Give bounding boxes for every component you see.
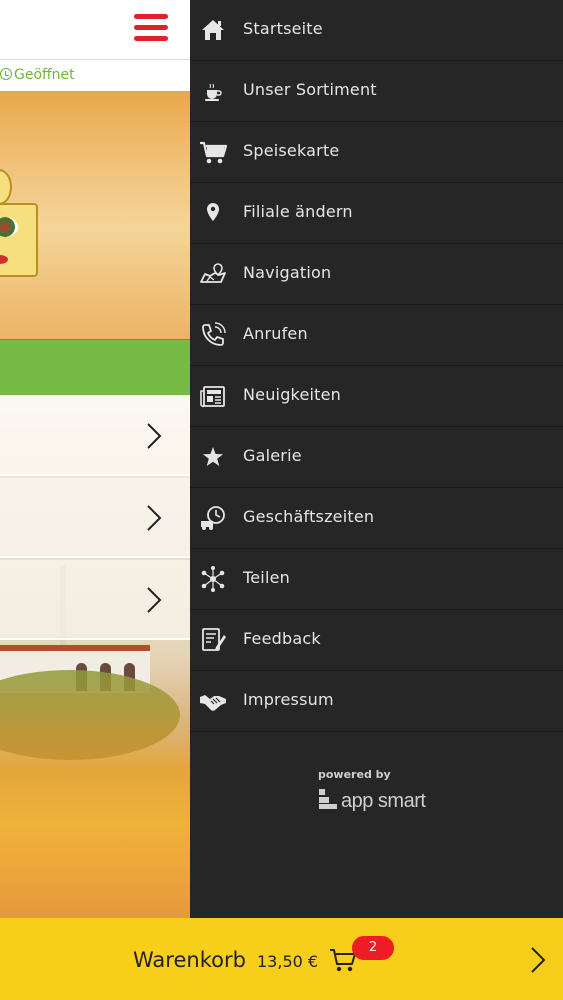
cart-bar[interactable]: Warenkorb 13,50 € 2 xyxy=(0,918,563,1000)
menu-item-label: Teilen xyxy=(243,568,290,587)
map-pin-icon xyxy=(207,203,219,221)
menu-item-startseite[interactable]: Startseite xyxy=(190,0,563,61)
menu-item-label: Anrufen xyxy=(243,324,308,343)
menu-item-navigation[interactable]: Navigation xyxy=(190,244,563,305)
cart-count-badge: 2 xyxy=(352,936,394,960)
chevron-right-icon xyxy=(147,423,162,449)
logo-speech-bubble xyxy=(0,169,12,205)
menu-item-galerie[interactable]: Galerie xyxy=(190,427,563,488)
menu-item-neuigkeiten[interactable]: Neuigkeiten xyxy=(190,366,563,427)
share-icon xyxy=(201,566,225,592)
list-item[interactable] xyxy=(0,560,190,640)
store-status-label: Geöffnet xyxy=(14,67,75,83)
home-icon xyxy=(202,20,224,40)
handshake-icon xyxy=(200,695,226,711)
newspaper-icon xyxy=(200,386,225,408)
app-page: Geöffnet xyxy=(0,0,190,918)
cart-total: 13,50 € xyxy=(257,952,319,971)
powered-by-label: powered by xyxy=(318,768,391,781)
menu-item-label: Speisekarte xyxy=(243,141,340,160)
menu-item-sortiment[interactable]: Unser Sortiment xyxy=(190,61,563,122)
list-item[interactable] xyxy=(0,396,190,476)
menu-item-label: Navigation xyxy=(243,263,332,282)
store-status-open: Geöffnet xyxy=(0,67,75,83)
phone-icon xyxy=(202,322,226,346)
restaurant-logo xyxy=(0,203,38,277)
app-smart-brand: app smart xyxy=(341,790,426,812)
menu-item-label: Geschäftszeiten xyxy=(243,507,375,526)
delivery-clock-icon xyxy=(201,506,225,530)
menu-item-label: Neuigkeiten xyxy=(243,385,341,404)
menu-item-label: Impressum xyxy=(243,690,334,709)
menu-item-feedback[interactable]: Feedback xyxy=(190,610,563,671)
coffee-cup-icon xyxy=(205,83,222,101)
menu-item-label: Feedback xyxy=(243,629,321,648)
hamburger-menu-icon[interactable] xyxy=(134,14,168,44)
menu-item-label: Startseite xyxy=(243,19,323,38)
powered-by-app-smart: powered by app smart xyxy=(318,768,448,818)
list-item[interactable] xyxy=(0,478,190,558)
green-info-band xyxy=(0,339,190,395)
menu-item-label: Unser Sortiment xyxy=(243,80,377,99)
menu-item-impressum[interactable]: Impressum xyxy=(190,671,563,732)
chevron-right-icon xyxy=(147,505,162,531)
menu-item-anrufen[interactable]: Anrufen xyxy=(190,305,563,366)
clock-icon xyxy=(0,68,12,80)
feedback-form-icon xyxy=(202,628,226,651)
cart-label: Warenkorb xyxy=(133,948,246,972)
menu-item-label: Filiale ändern xyxy=(243,202,353,221)
store-status-row: Geöffnet xyxy=(0,61,190,91)
menu-item-geschaeftszeiten[interactable]: Geschäftszeiten xyxy=(190,488,563,549)
chevron-right-icon xyxy=(531,947,546,973)
map-navigation-icon xyxy=(200,263,226,283)
menu-item-speisekarte[interactable]: Speisekarte xyxy=(190,122,563,183)
app-header xyxy=(0,0,190,60)
menu-item-teilen[interactable]: Teilen xyxy=(190,549,563,610)
app-smart-logo-icon xyxy=(319,789,337,809)
menu-item-filiale-aendern[interactable]: Filiale ändern xyxy=(190,183,563,244)
star-icon xyxy=(203,447,223,466)
chevron-right-icon xyxy=(147,587,162,613)
shopping-cart-icon xyxy=(200,141,227,164)
side-menu: Startseite Unser Sortiment Speisekarte F… xyxy=(190,0,563,918)
menu-item-label: Galerie xyxy=(243,446,302,465)
hero-banner xyxy=(0,91,190,339)
